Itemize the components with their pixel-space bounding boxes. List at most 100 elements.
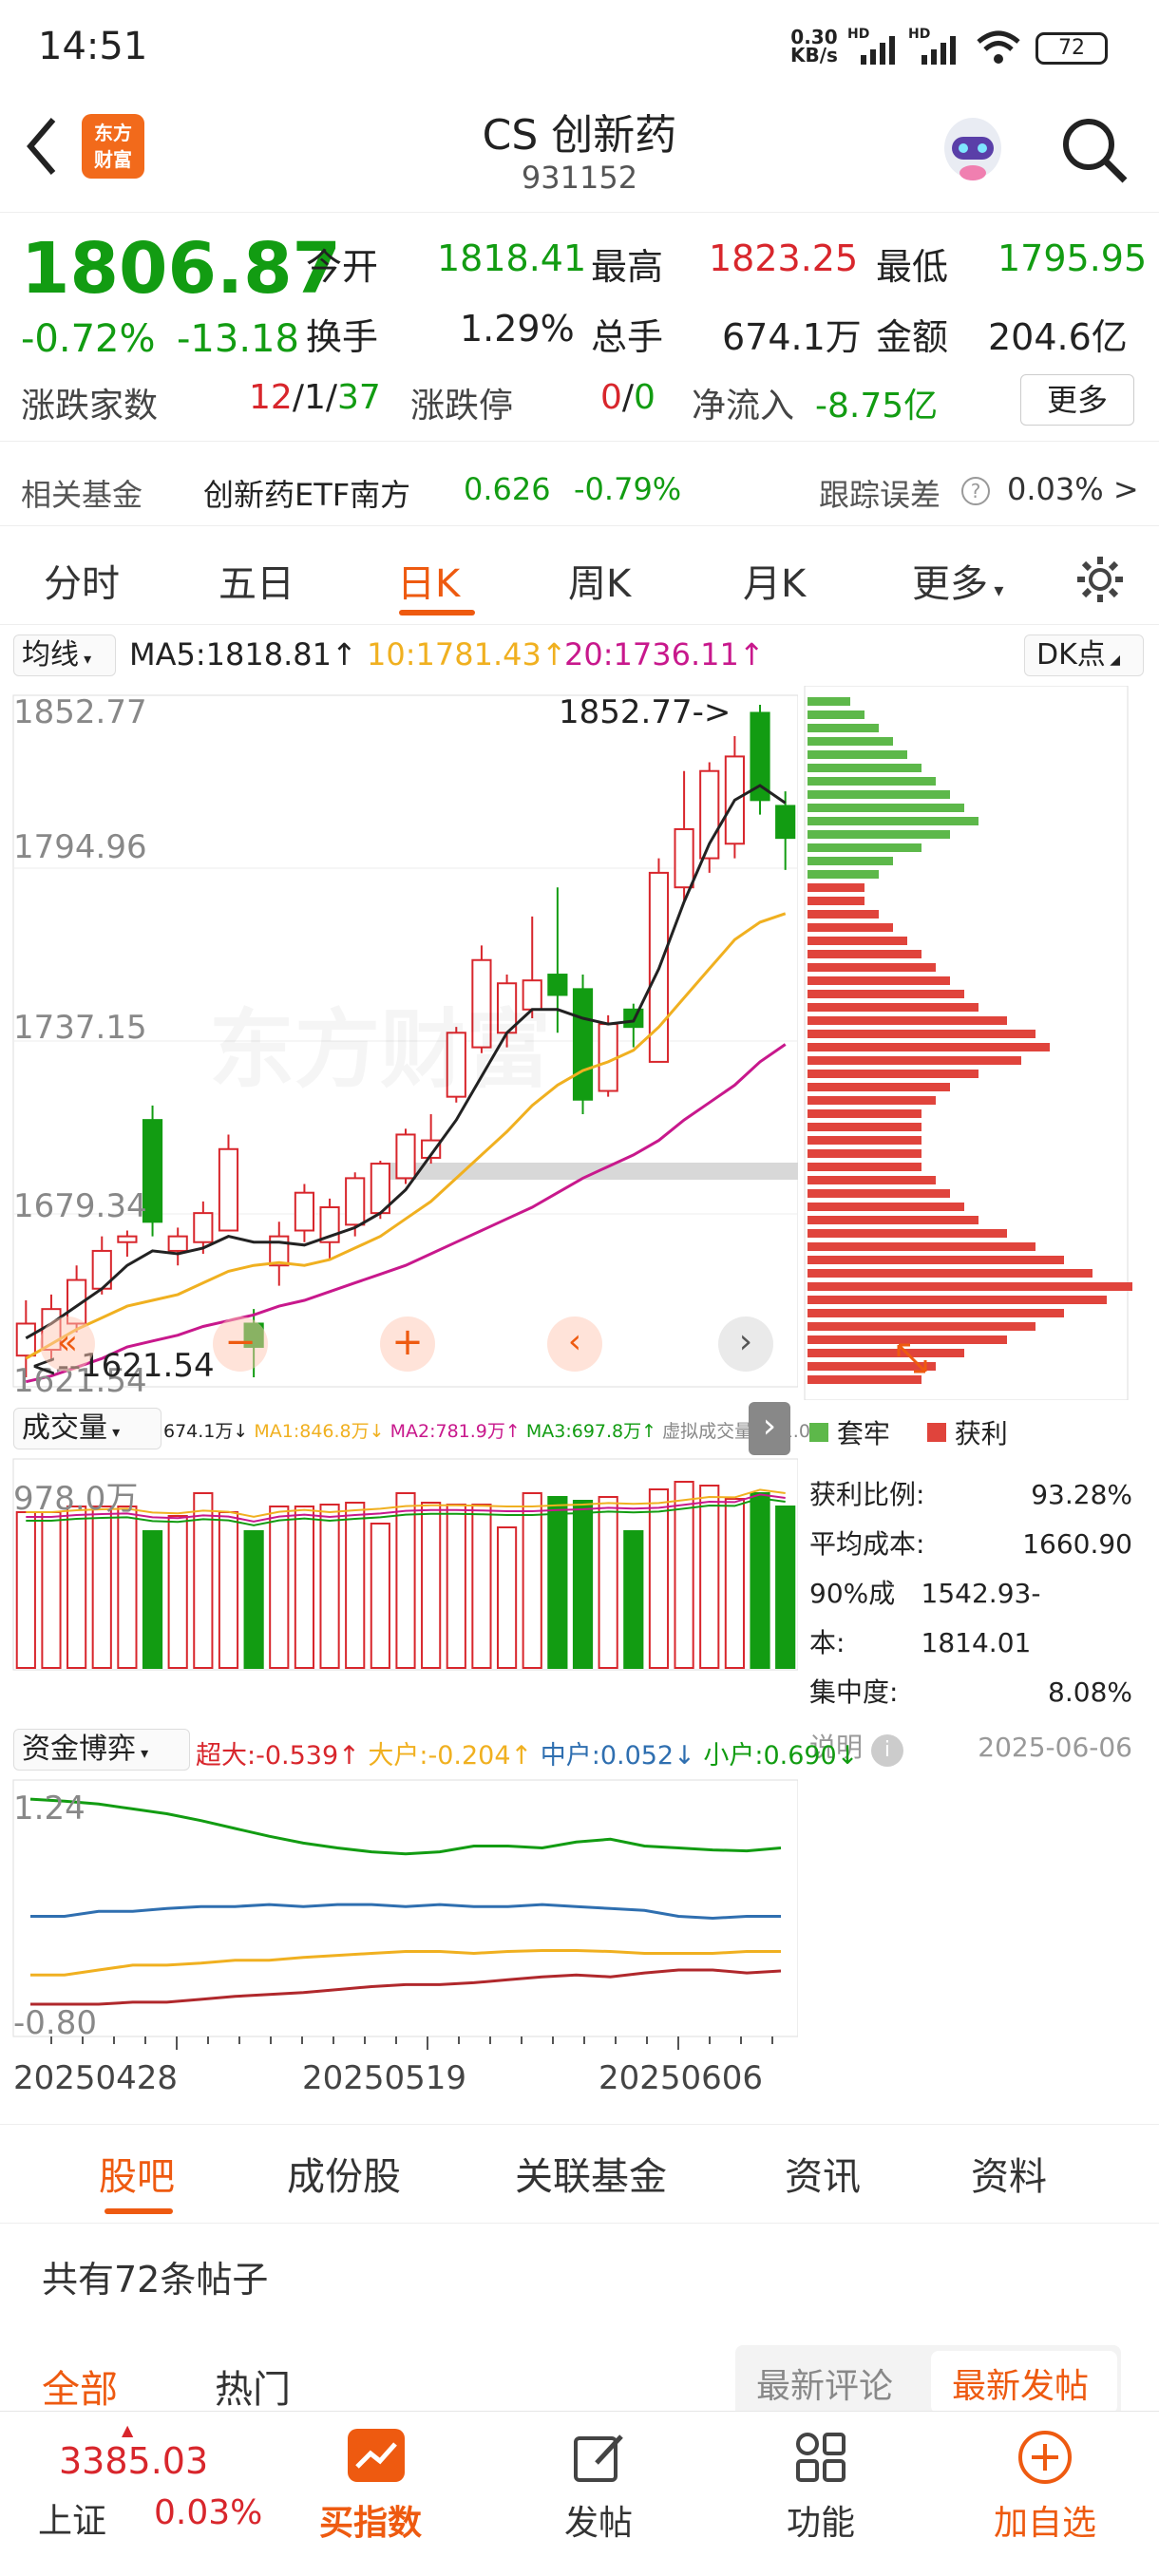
chip-bar bbox=[808, 1322, 1036, 1331]
page-header: 东方 财富 CS 创新药 931152 bbox=[0, 95, 1159, 213]
expand-icon[interactable] bbox=[893, 1339, 931, 1377]
tab-monthly-k[interactable]: 月K bbox=[743, 553, 806, 608]
add-watchlist-button[interactable]: 加自选 bbox=[994, 2495, 1096, 2545]
volume-label: 总手 bbox=[591, 316, 664, 358]
volume-bar bbox=[167, 1515, 188, 1669]
sort-latest-comment[interactable]: 最新评论 bbox=[756, 2358, 893, 2408]
capital-chart[interactable] bbox=[0, 1776, 798, 2052]
tracking-label: 跟踪误差 bbox=[819, 477, 941, 513]
tab-news[interactable]: 资讯 bbox=[785, 2146, 861, 2201]
sort-latest-post[interactable]: 最新发帖 bbox=[952, 2358, 1089, 2408]
tracking-value[interactable]: 0.03% > bbox=[1007, 471, 1139, 507]
chip-bar bbox=[808, 1030, 1036, 1038]
volume-bar bbox=[421, 1502, 442, 1669]
chip-bar bbox=[808, 710, 864, 719]
more-button[interactable]: 更多 bbox=[1020, 374, 1134, 426]
volume-bar bbox=[623, 1530, 644, 1669]
volume-bar bbox=[370, 1523, 390, 1669]
volume-bar bbox=[319, 1504, 340, 1669]
candle bbox=[547, 974, 568, 996]
gear-icon[interactable] bbox=[1074, 553, 1127, 606]
zoom-in-button[interactable]: + bbox=[380, 1316, 435, 1372]
page-title: CS 创新药 bbox=[482, 111, 677, 160]
status-time: 14:51 bbox=[38, 25, 148, 68]
battery-icon: 72 bbox=[1036, 32, 1108, 65]
change-pct: -0.72% bbox=[21, 317, 156, 361]
volume-bar bbox=[91, 1506, 112, 1669]
volume-bar bbox=[598, 1496, 618, 1669]
tab-daily-k[interactable]: 日K bbox=[397, 553, 460, 608]
app-logo[interactable]: 东方 财富 bbox=[82, 114, 144, 179]
capital-selector[interactable]: 资金博弈 ▾ bbox=[13, 1729, 190, 1771]
index-value[interactable]: 3385.03 bbox=[59, 2440, 208, 2482]
inflow-label: 净流入 bbox=[692, 387, 795, 426]
tab-intraday[interactable]: 分时 bbox=[44, 553, 120, 608]
chip-bar bbox=[808, 897, 864, 905]
ma-selector[interactable]: 均线 ▾ bbox=[13, 635, 116, 676]
trapped-swatch bbox=[809, 1423, 828, 1442]
chip-bar bbox=[808, 724, 879, 732]
tab-constituents[interactable]: 成份股 bbox=[287, 2146, 401, 2201]
fund-name[interactable]: 创新药ETF南方 bbox=[203, 471, 410, 515]
help-icon[interactable]: ? bbox=[960, 475, 992, 507]
ma5-label: MA5:1818.81↑ bbox=[129, 636, 357, 672]
capital-y-bottom: -0.80 bbox=[13, 2004, 97, 2042]
filter-hot[interactable]: 热门 bbox=[215, 2358, 291, 2414]
tab-profile[interactable]: 资料 bbox=[971, 2146, 1047, 2201]
chip-bar bbox=[808, 830, 950, 839]
chip-stats: 获利比例: 93.28% 平均成本: 1660.90 90%成本: 1542.93-1… bbox=[809, 1470, 1132, 1772]
chip-bar bbox=[808, 1123, 922, 1131]
robot-assistant-icon[interactable] bbox=[935, 108, 1011, 188]
chip-distribution-chart[interactable] bbox=[804, 686, 1132, 1400]
capital-line-green bbox=[29, 1797, 782, 1856]
chip-bar bbox=[808, 937, 907, 945]
grid-icon bbox=[796, 2433, 846, 2482]
volume-bar bbox=[294, 1506, 315, 1669]
chip-bar bbox=[808, 1189, 950, 1198]
candle bbox=[117, 1235, 138, 1243]
tab-more[interactable]: 更多 ▾ bbox=[912, 553, 1003, 608]
dk-point-button[interactable]: DK点 ◢ bbox=[1024, 635, 1144, 676]
chip-bar bbox=[808, 1203, 964, 1211]
chip-bar bbox=[808, 1003, 978, 1012]
chip-bar bbox=[808, 777, 936, 786]
chip-bar bbox=[808, 1016, 1007, 1025]
volume-bar bbox=[395, 1492, 416, 1669]
tab-guba[interactable]: 股吧 bbox=[99, 2146, 175, 2201]
limit-label: 涨跌停 bbox=[410, 387, 514, 426]
tab-related-funds[interactable]: 关联基金 bbox=[515, 2146, 667, 2201]
last-price: 1806.87 bbox=[21, 228, 342, 310]
status-bar: 14:51 0.30 KB/s HD HD 72 bbox=[0, 0, 1159, 95]
date-end: 20250606 bbox=[598, 2059, 764, 2097]
chip-bar bbox=[808, 1269, 1092, 1278]
chip-bar bbox=[808, 950, 922, 958]
ma10-label: 10:1781.43↑ bbox=[367, 636, 567, 672]
buy-index-button[interactable]: 买指数 bbox=[319, 2495, 422, 2545]
zoom-out-button[interactable]: − bbox=[213, 1316, 268, 1372]
chip-bar bbox=[808, 1070, 978, 1078]
chip-bar bbox=[808, 1349, 964, 1357]
chip-bar bbox=[808, 910, 879, 919]
back-icon[interactable] bbox=[25, 116, 59, 177]
max-annotation: 1852.77-> bbox=[559, 693, 732, 731]
prev-button[interactable]: ‹ bbox=[547, 1316, 602, 1372]
volume-y-label: 978.0万 bbox=[13, 1480, 139, 1518]
volume-bar bbox=[750, 1492, 770, 1669]
candle bbox=[674, 827, 694, 889]
rewind-button[interactable]: « bbox=[40, 1316, 95, 1372]
watermark: 东方财富 bbox=[209, 980, 551, 1104]
tab-five-day[interactable]: 五日 bbox=[218, 553, 294, 608]
chip-bar bbox=[808, 1043, 1050, 1051]
post-button[interactable]: 发帖 bbox=[564, 2495, 633, 2545]
next-button[interactable]: › bbox=[718, 1316, 773, 1372]
svg-text:?: ? bbox=[971, 480, 981, 502]
tab-weekly-k[interactable]: 周K bbox=[568, 553, 631, 608]
search-icon[interactable] bbox=[1058, 114, 1130, 186]
chip-bar bbox=[808, 1229, 1007, 1238]
function-button[interactable]: 功能 bbox=[787, 2495, 855, 2545]
filter-all[interactable]: 全部 bbox=[42, 2358, 118, 2414]
collapse-panel-button[interactable]: › bbox=[749, 1402, 790, 1455]
chip-bar bbox=[808, 804, 964, 812]
volume-selector[interactable]: 成交量 ▾ bbox=[13, 1408, 162, 1449]
chip-bar bbox=[808, 843, 922, 852]
